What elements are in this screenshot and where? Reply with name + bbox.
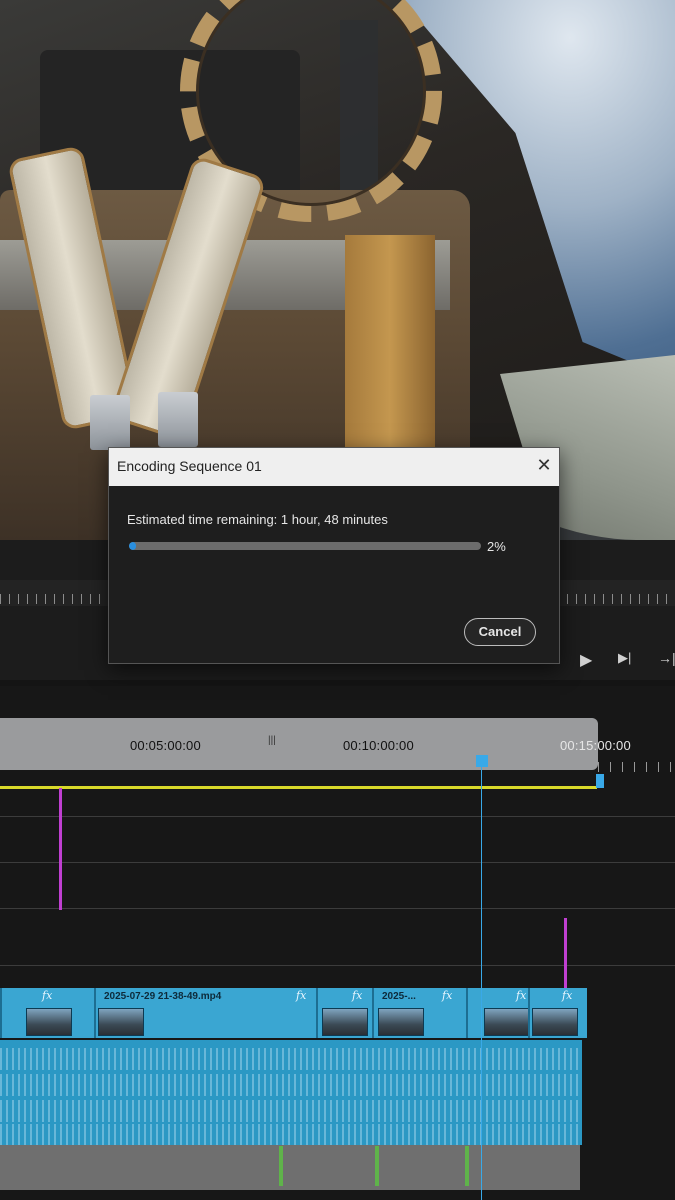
fx-badge: fx bbox=[296, 989, 307, 1002]
audio-waveform bbox=[0, 1100, 582, 1122]
audio-track-lower[interactable] bbox=[0, 1145, 580, 1190]
fx-badge: fx bbox=[442, 989, 453, 1002]
sequence-end-marker bbox=[596, 774, 604, 788]
clip-thumbnail bbox=[98, 1008, 144, 1036]
audio-clip-edge bbox=[465, 1146, 469, 1186]
step-forward-icon[interactable]: ▶| bbox=[618, 650, 631, 666]
clip-thumbnail bbox=[484, 1008, 530, 1036]
timecode-15min: 00:15:00:00 bbox=[560, 738, 631, 753]
audio-clip-edge bbox=[279, 1146, 283, 1186]
play-icon[interactable]: ▶ bbox=[580, 650, 592, 670]
audio-waveform bbox=[0, 1048, 582, 1070]
audio-waveform bbox=[0, 1074, 582, 1096]
track-divider bbox=[0, 816, 675, 817]
clip-label: 2025-... bbox=[382, 991, 416, 1002]
track-divider bbox=[0, 908, 675, 909]
close-icon[interactable]: ✕ bbox=[533, 454, 555, 476]
timecode-10min: 00:10:00:00 bbox=[343, 738, 414, 753]
clip-label: 2025-07-29 21-38-49.mp4 bbox=[104, 991, 222, 1002]
clip-thumbnail bbox=[322, 1008, 368, 1036]
audio-clip-edge bbox=[375, 1146, 379, 1186]
track-divider bbox=[0, 862, 675, 863]
estimated-time-remaining: Estimated time remaining: 1 hour, 48 min… bbox=[127, 512, 388, 527]
sequence-marker[interactable] bbox=[59, 788, 62, 910]
playhead-line[interactable] bbox=[481, 760, 482, 1200]
progress-bar bbox=[129, 542, 481, 550]
export-frame-icon[interactable]: →| bbox=[658, 650, 675, 666]
video-clip[interactable]: fx bbox=[0, 988, 96, 1038]
fx-badge: fx bbox=[352, 989, 363, 1002]
video-clip[interactable]: fx bbox=[466, 988, 530, 1038]
lap-belt-image bbox=[345, 235, 435, 450]
fx-badge: fx bbox=[516, 989, 527, 1002]
buckle-right bbox=[158, 392, 198, 447]
playhead-handle[interactable] bbox=[476, 755, 488, 767]
encoding-dialog: Encoding Sequence 01 ✕ Estimated time re… bbox=[108, 447, 560, 664]
video-clip[interactable]: fx bbox=[528, 988, 587, 1038]
ruler-ticks bbox=[598, 762, 675, 772]
progress-fill bbox=[129, 542, 137, 550]
clip-thumbnail bbox=[378, 1008, 424, 1036]
fx-badge: fx bbox=[42, 989, 53, 1002]
work-area-bar[interactable] bbox=[0, 786, 597, 789]
clip-thumbnail bbox=[532, 1008, 578, 1036]
video-clip[interactable]: 2025-... fx bbox=[372, 988, 468, 1038]
buckle-left bbox=[90, 395, 130, 450]
fx-badge: fx bbox=[562, 989, 573, 1002]
timeline-ruler[interactable] bbox=[0, 718, 598, 770]
sequence-marker[interactable] bbox=[564, 918, 567, 996]
clip-thumbnail bbox=[26, 1008, 72, 1036]
cancel-button[interactable]: Cancel bbox=[464, 618, 536, 646]
work-area-handle-icon[interactable]: ||| bbox=[268, 735, 276, 746]
track-divider bbox=[0, 965, 675, 966]
progress-percent: 2% bbox=[487, 539, 506, 554]
timecode-5min: 00:05:00:00 bbox=[130, 738, 201, 753]
video-clip[interactable]: fx bbox=[316, 988, 374, 1038]
video-clip[interactable]: 2025-07-29 21-38-49.mp4 fx bbox=[94, 988, 318, 1038]
dialog-title: Encoding Sequence 01 bbox=[117, 458, 262, 474]
audio-waveform bbox=[0, 1124, 582, 1146]
transport-controls: ▶ ▶| →| bbox=[540, 650, 675, 675]
